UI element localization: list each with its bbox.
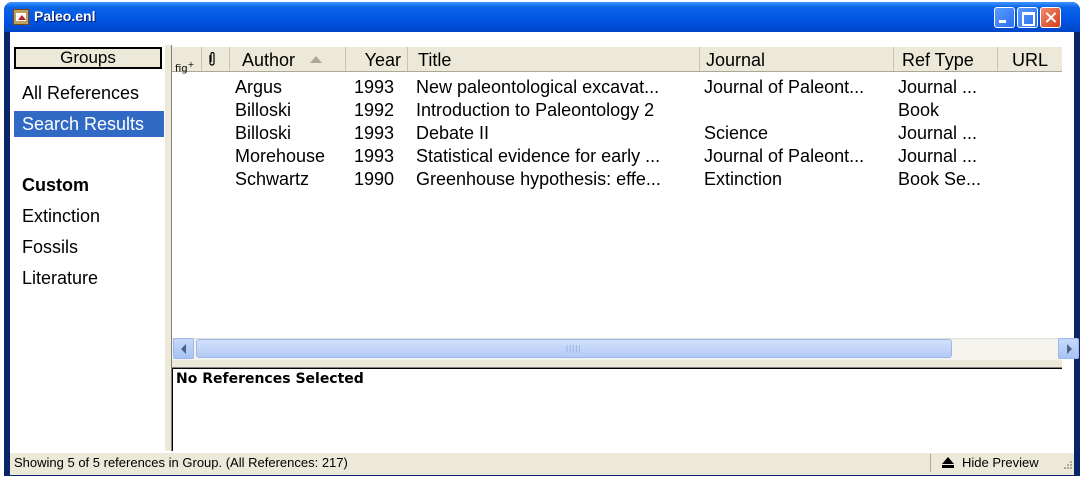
sort-ascending-icon xyxy=(310,56,322,63)
figure-column-header[interactable]: fig+ xyxy=(172,47,202,74)
collapse-up-icon xyxy=(942,457,954,468)
window-title: Paleo.enl xyxy=(34,8,96,24)
cell-title: New paleontological excavat... xyxy=(416,77,660,97)
group-fossils[interactable]: Fossils xyxy=(14,234,164,260)
table-row[interactable]: Morehouse 1993 Statistical evidence for … xyxy=(172,145,1062,167)
cell-ref-type: Journal ... xyxy=(898,77,978,97)
table-row[interactable]: Billoski 1993 Debate II Science Journal … xyxy=(172,122,1062,144)
arrow-left-icon xyxy=(181,344,186,354)
groups-header[interactable]: Groups xyxy=(14,47,162,69)
column-header-ref-type[interactable]: Ref Type xyxy=(894,47,998,71)
maximize-button[interactable] xyxy=(1017,7,1038,28)
grip-icon: ||||| xyxy=(566,344,582,353)
column-header-journal[interactable]: Journal xyxy=(700,47,894,71)
minimize-button[interactable] xyxy=(994,7,1015,28)
group-extinction[interactable]: Extinction xyxy=(14,203,164,229)
cell-year: 1992 xyxy=(354,100,395,120)
group-literature[interactable]: Literature xyxy=(14,265,164,291)
cell-ref-type: Journal ... xyxy=(898,146,978,166)
resize-grip-icon[interactable] xyxy=(1062,459,1072,469)
column-header-year[interactable]: Year xyxy=(346,47,408,71)
cell-journal: Journal of Paleont... xyxy=(704,77,865,97)
cell-author: Billoski xyxy=(235,100,292,120)
horizontal-splitter[interactable] xyxy=(172,360,1062,368)
table-row[interactable]: Argus 1993 New paleontological excavat..… xyxy=(172,76,1062,98)
group-section-custom[interactable]: Custom xyxy=(14,172,164,198)
cell-journal: Science xyxy=(704,123,769,143)
vertical-splitter[interactable] xyxy=(164,45,172,451)
group-search-results[interactable]: Search Results xyxy=(14,111,164,137)
cell-author: Billoski xyxy=(235,123,292,143)
cell-journal: Journal of Paleont... xyxy=(704,146,865,166)
cell-year: 1990 xyxy=(354,169,395,189)
table-row[interactable]: Schwartz 1990 Greenhouse hypothesis: eff… xyxy=(172,168,1062,190)
arrow-right-icon xyxy=(1067,344,1072,354)
cell-title: Greenhouse hypothesis: effe... xyxy=(416,169,661,189)
cell-author: Argus xyxy=(235,77,283,97)
cell-year: 1993 xyxy=(354,146,395,166)
app-icon[interactable] xyxy=(13,9,29,25)
status-text: Showing 5 of 5 references in Group. (All… xyxy=(14,455,348,470)
cell-journal: Extinction xyxy=(704,169,783,189)
status-divider xyxy=(930,454,931,472)
close-button[interactable] xyxy=(1040,7,1061,28)
column-header-title[interactable]: Title xyxy=(408,47,700,71)
group-all-references[interactable]: All References xyxy=(14,80,164,106)
paperclip-icon xyxy=(209,52,215,66)
table-row[interactable]: Billoski 1992 Introduction to Paleontolo… xyxy=(172,99,1062,121)
cell-author: Morehouse xyxy=(235,146,326,166)
cell-year: 1993 xyxy=(354,123,395,143)
hide-preview-button[interactable]: Hide Preview xyxy=(938,453,1060,473)
scroll-right-button[interactable] xyxy=(1058,338,1079,359)
cell-ref-type: Book xyxy=(898,100,940,120)
column-header-url[interactable]: URL xyxy=(998,47,1062,71)
cell-title: Introduction to Paleontology 2 xyxy=(416,100,655,120)
column-header-author-label: Author xyxy=(242,50,296,70)
cell-year: 1993 xyxy=(354,77,395,97)
cell-author: Schwartz xyxy=(235,169,310,189)
hide-preview-label: Hide Preview xyxy=(962,455,1039,470)
cell-ref-type: Book Se... xyxy=(898,169,982,189)
cell-title: Debate II xyxy=(416,123,490,143)
column-header-author[interactable]: Author xyxy=(232,47,346,71)
cell-title: Statistical evidence for early ... xyxy=(416,146,661,166)
cell-ref-type: Journal ... xyxy=(898,123,978,143)
attachment-column-header[interactable] xyxy=(202,47,230,71)
title-bar[interactable] xyxy=(4,2,1080,32)
scroll-left-button[interactable] xyxy=(173,338,194,359)
preview-message: No References Selected xyxy=(176,371,364,387)
